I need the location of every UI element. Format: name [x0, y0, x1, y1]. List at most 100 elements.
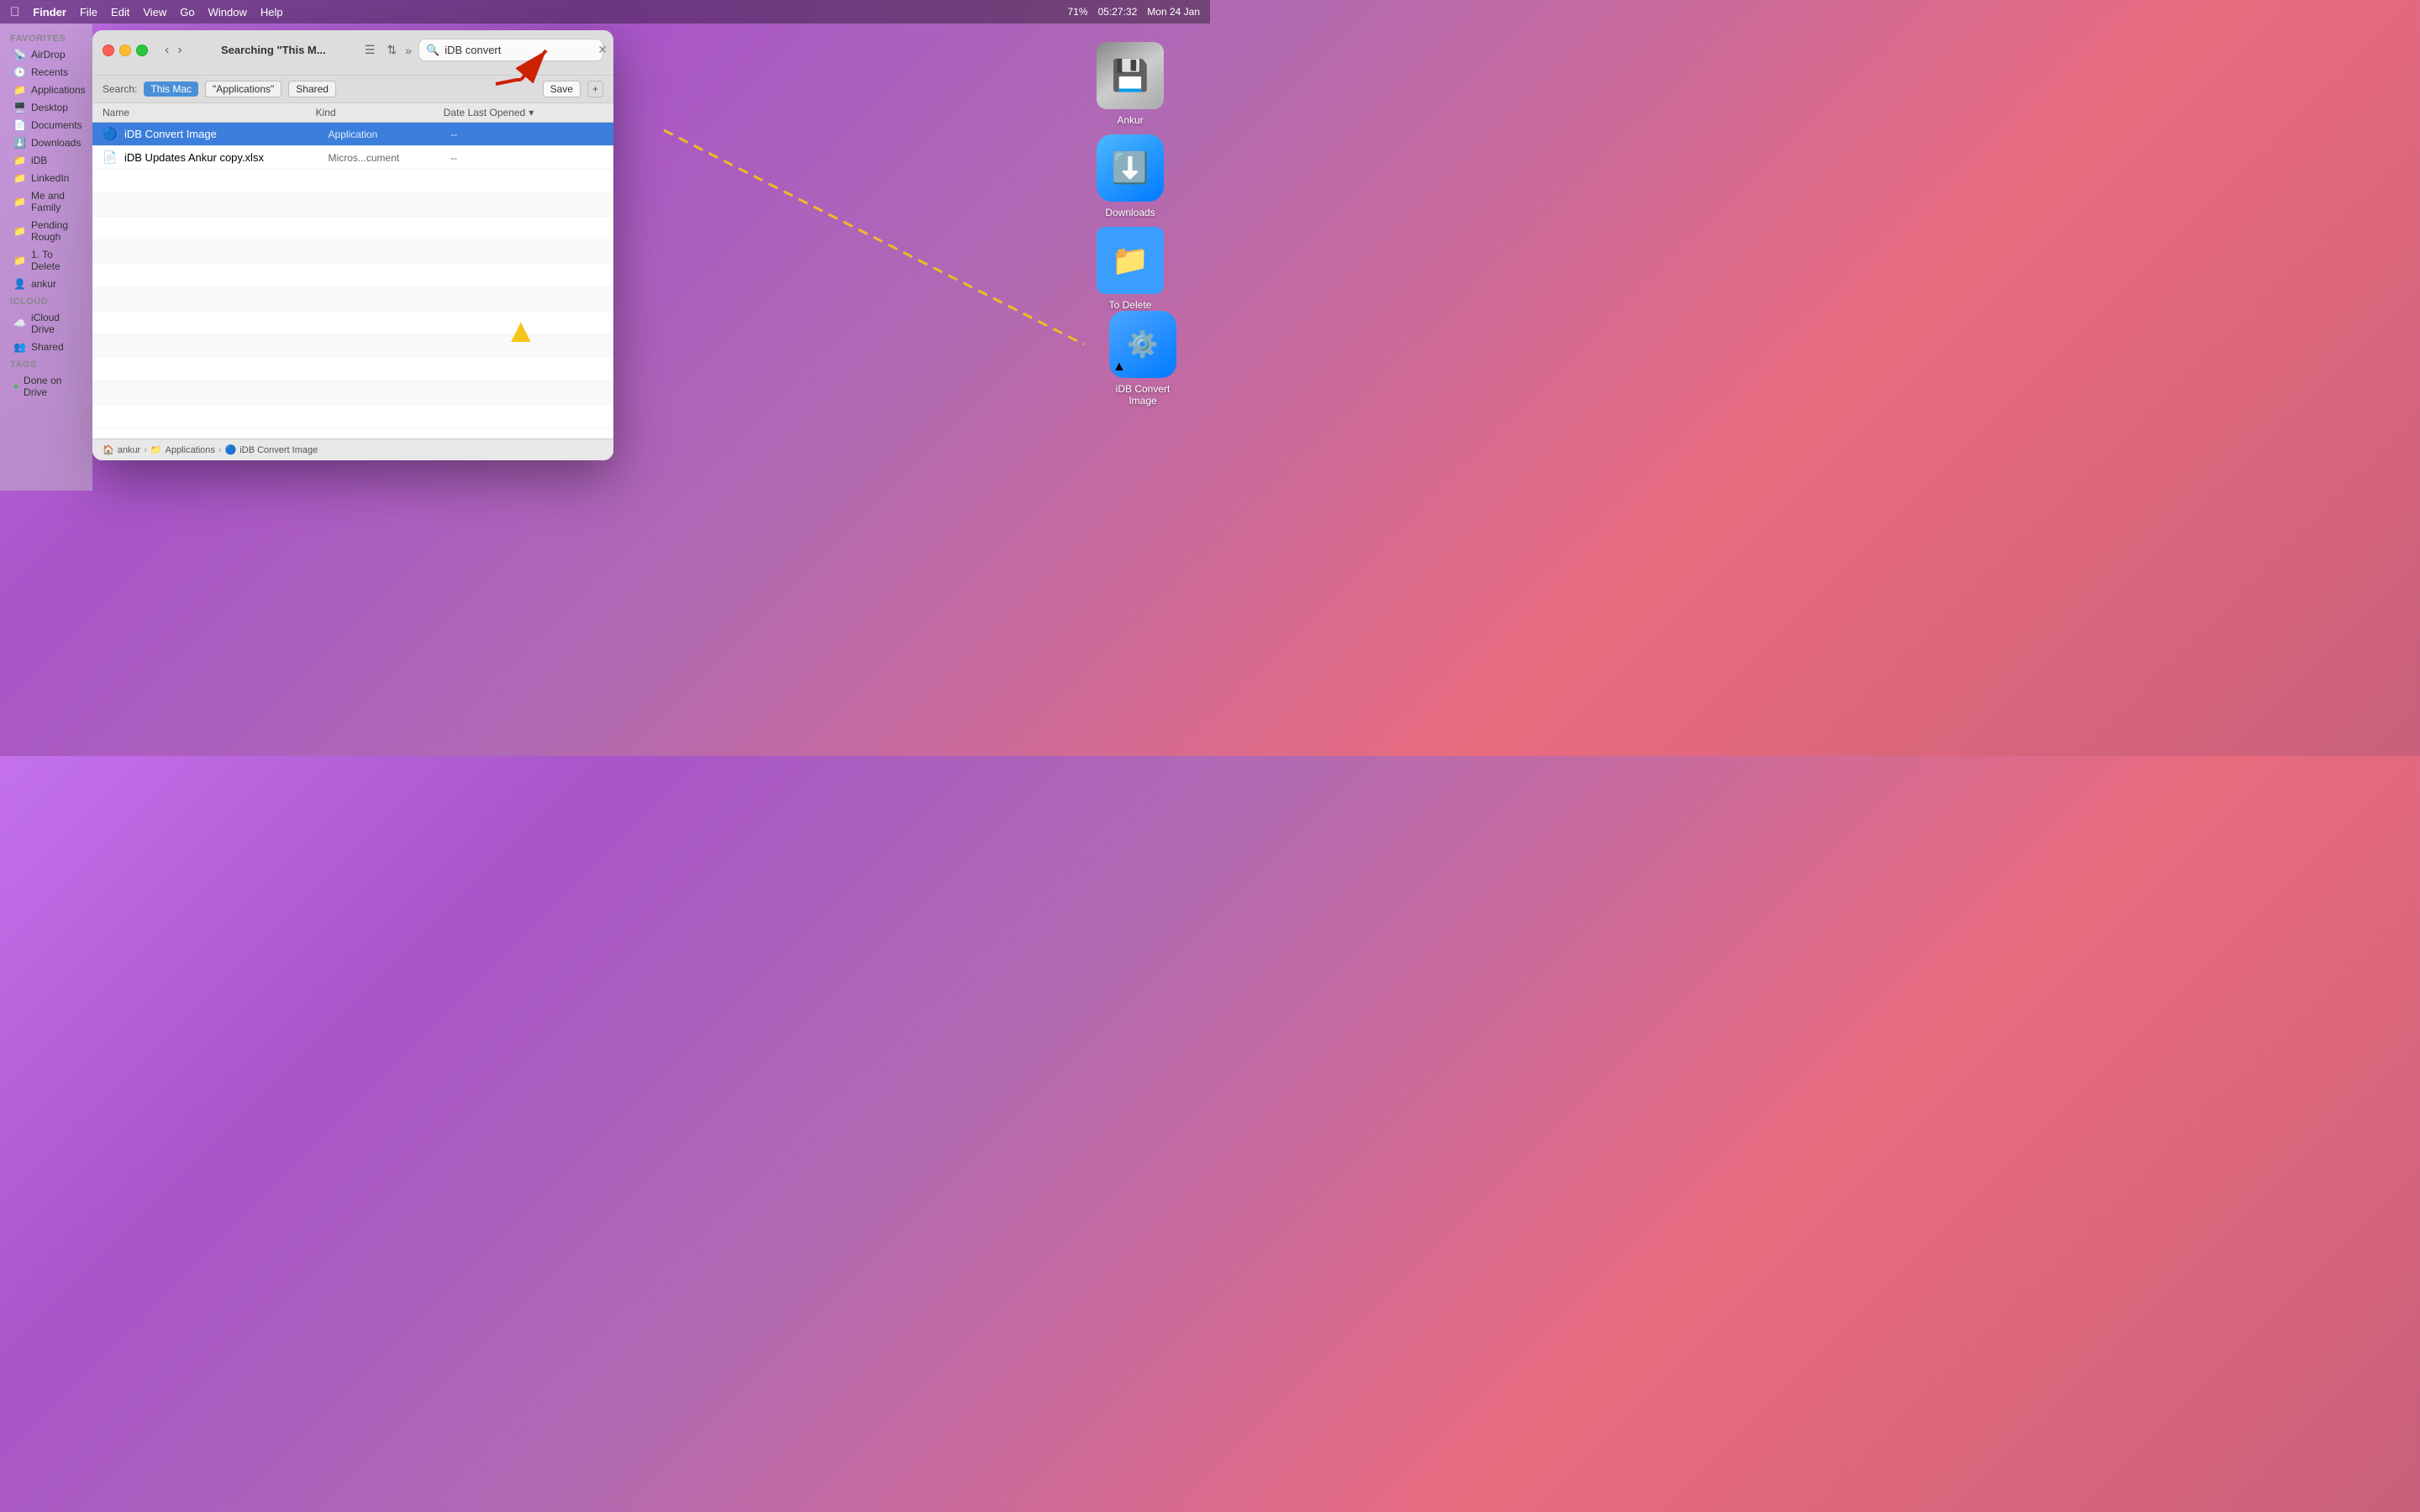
file-row-date: -- — [450, 129, 603, 140]
menu-go[interactable]: Go — [180, 6, 194, 18]
app-icon-small: 🔵 — [225, 444, 237, 455]
breadcrumb-ankur[interactable]: 🏠 ankur — [103, 444, 140, 455]
sidebar-item-label: Done on Drive — [24, 375, 79, 398]
sidebar-item-downloads[interactable]: ⬇️ Downloads — [3, 134, 89, 151]
sidebar-item-recents[interactable]: 🕒 Recents — [3, 64, 89, 81]
sidebar-item-pending-rough[interactable]: 📁 Pending Rough — [3, 217, 89, 245]
back-button[interactable]: ‹ — [161, 41, 172, 60]
desktop-icon-label-idb: iDB Convert Image — [1105, 383, 1181, 407]
folder-icon: 📁 — [150, 444, 162, 455]
file-list: 🔵 iDB Convert Image Application -- 📄 iDB… — [92, 123, 613, 438]
finder-sidebar: Favorites 📡 AirDrop 🕒 Recents 📁 Applicat… — [0, 24, 92, 491]
breadcrumb-applications[interactable]: 📁 Applications — [150, 444, 215, 455]
filter-applications[interactable]: "Applications" — [205, 81, 281, 97]
forward-button[interactable]: › — [174, 41, 185, 60]
sidebar-item-label: 1. To Delete — [31, 249, 79, 272]
sidebar-item-applications[interactable]: 📁 Applications — [3, 81, 89, 98]
col-name-header[interactable]: Name — [103, 107, 316, 118]
minimize-button[interactable] — [119, 45, 131, 56]
tags-label: Tags — [0, 354, 47, 371]
menu-edit[interactable]: Edit — [111, 6, 129, 18]
file-row-icon: 📄 — [103, 150, 119, 165]
icloud-label: iCloud — [0, 291, 58, 308]
warning-triangle-icon: ▲ — [504, 312, 538, 350]
close-button[interactable] — [103, 45, 114, 56]
home-icon: 🏠 — [103, 444, 114, 455]
desktop-icon-label-ankur: Ankur — [1117, 114, 1143, 126]
to-delete-icon: 📁 — [13, 255, 26, 266]
search-clear-button[interactable]: ✕ — [597, 43, 608, 57]
apple-menu[interactable]:  — [10, 5, 19, 19]
window-title: Searching "This M... — [192, 44, 355, 56]
sidebar-item-label: Applications — [31, 84, 86, 96]
menu-window[interactable]: Window — [208, 6, 247, 18]
menubar:  Finder File Edit View Go Window Help 7… — [0, 0, 1210, 24]
search-label: Search: — [103, 83, 137, 95]
desktop-icon-to-delete[interactable]: 📁 To Delete — [1097, 227, 1164, 311]
menu-help[interactable]: Help — [260, 6, 283, 18]
col-kind-header[interactable]: Kind — [316, 107, 444, 118]
sidebar-item-linkedin[interactable]: 📁 LinkedIn — [3, 170, 89, 186]
fullscreen-button[interactable] — [136, 45, 148, 56]
to-delete-folder-icon: 📁 — [1097, 227, 1164, 294]
sort-chevron-icon: ▾ — [529, 107, 534, 118]
favorites-label: Favorites — [0, 29, 76, 45]
documents-icon: 📄 — [13, 119, 26, 131]
sidebar-item-label: LinkedIn — [31, 172, 69, 184]
view-sort-button[interactable]: ⇅ — [383, 41, 400, 59]
applications-icon: 📁 — [13, 84, 26, 96]
table-row[interactable]: 🔵 iDB Convert Image Application -- — [92, 123, 613, 146]
menu-file[interactable]: File — [80, 6, 97, 18]
menubar-battery: 71% — [1068, 6, 1088, 18]
sidebar-item-icloud-drive[interactable]: ☁️ iCloud Drive — [3, 309, 89, 338]
linkedin-icon: 📁 — [13, 172, 26, 184]
file-row-icon: 🔵 — [103, 127, 119, 141]
sidebar-item-ankur[interactable]: 👤 ankur — [3, 276, 89, 292]
toolbar-expand-button[interactable]: » — [405, 44, 412, 57]
downloads-icon: ⬇️ — [13, 137, 26, 149]
sidebar-item-done-on-drive[interactable]: ● Done on Drive — [3, 372, 89, 401]
idb-convert-app-icon: ⚙️ ▲ — [1109, 311, 1176, 378]
add-criteria-button[interactable]: + — [587, 81, 603, 97]
sidebar-item-me-and-family[interactable]: 📁 Me and Family — [3, 187, 89, 216]
sidebar-item-documents[interactable]: 📄 Documents — [3, 117, 89, 134]
desktop-icon-downloads[interactable]: ⬇️ Downloads — [1097, 134, 1164, 218]
col-date-header[interactable]: Date Last Opened ▾ — [444, 107, 603, 118]
airdrop-icon: 📡 — [13, 49, 26, 60]
table-row[interactable]: 📄 iDB Updates Ankur copy.xlsx Micros...c… — [92, 146, 613, 170]
file-row-date: -- — [450, 152, 603, 164]
icloud-drive-icon: ☁️ — [13, 318, 26, 329]
app-name[interactable]: Finder — [33, 6, 66, 18]
menu-view[interactable]: View — [143, 6, 166, 18]
desktop-icon-sidebar: 🖥️ — [13, 102, 26, 113]
sidebar-item-label: iCloud Drive — [31, 312, 79, 335]
sidebar-item-shared[interactable]: 👥 Shared — [3, 339, 89, 355]
sidebar-item-label: Desktop — [31, 102, 68, 113]
desktop-icon-ankur[interactable]: 💾 Ankur — [1097, 42, 1164, 126]
sidebar-item-airdrop[interactable]: 📡 AirDrop — [3, 46, 89, 63]
filter-shared[interactable]: Shared — [288, 81, 336, 97]
sidebar-item-to-delete[interactable]: 📁 1. To Delete — [3, 246, 89, 275]
breadcrumb-idb[interactable]: 🔵 iDB Convert Image — [225, 444, 318, 455]
file-row-kind: Application — [329, 129, 451, 140]
sidebar-item-idb[interactable]: 📁 iDB — [3, 152, 89, 169]
sidebar-item-label: Shared — [31, 341, 64, 353]
file-row-name: iDB Convert Image — [124, 128, 329, 140]
view-options-button[interactable]: ☰ — [361, 41, 379, 59]
downloads-folder-icon: ⬇️ — [1097, 134, 1164, 202]
me-and-family-icon: 📁 — [13, 196, 26, 207]
sidebar-item-label: Recents — [31, 66, 68, 78]
save-search-button[interactable]: Save — [543, 81, 581, 97]
filter-this-mac[interactable]: This Mac — [144, 81, 198, 97]
search-input[interactable] — [445, 44, 592, 56]
column-headers: Name Kind Date Last Opened ▾ — [92, 103, 613, 123]
sidebar-item-label: Me and Family — [31, 190, 79, 213]
sidebar-item-label: iDB — [31, 155, 47, 166]
sidebar-item-desktop[interactable]: 🖥️ Desktop — [3, 99, 89, 116]
pending-rough-icon: 📁 — [13, 225, 26, 237]
desktop-icon-label-downloads: Downloads — [1105, 207, 1155, 218]
menubar-date: Mon 24 Jan — [1147, 6, 1200, 18]
hdd-icon: 💾 — [1097, 42, 1164, 109]
desktop-icon-idb-convert[interactable]: ⚙️ ▲ iDB Convert Image — [1105, 311, 1181, 407]
breadcrumb-label: iDB Convert Image — [239, 445, 318, 455]
